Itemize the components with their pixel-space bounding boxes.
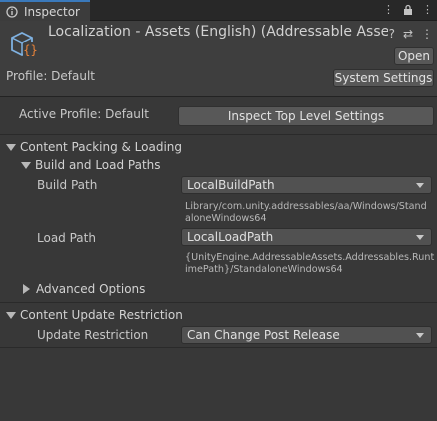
- chevron-down-icon: [416, 183, 424, 188]
- build-load-paths-label: Build and Load Paths: [35, 158, 161, 172]
- content-packing-foldout[interactable]: Content Packing & Loading: [6, 140, 182, 154]
- inspect-top-level-settings-button[interactable]: Inspect Top Level Settings: [178, 106, 434, 126]
- profile-label: Profile: Default: [6, 69, 96, 83]
- foldout-collapsed-icon: [23, 284, 30, 294]
- load-path-resolved-line: imePath}/StandaloneWindows64: [185, 264, 343, 275]
- chevron-down-icon: [416, 235, 424, 240]
- foldout-expanded-icon: [21, 161, 31, 169]
- build-path-resolved-line: Library/com.unity.addressables/aa/Window…: [185, 201, 427, 212]
- chevron-down-icon: [416, 333, 424, 338]
- foldout-expanded-icon: [6, 311, 16, 319]
- content-update-label: Content Update Restriction: [20, 308, 183, 322]
- more-vert-icon[interactable]: ⋮: [383, 3, 394, 16]
- asset-title: Localization - Assets (English) (Address…: [48, 24, 388, 40]
- header-icons: ? ⇄ ⋮: [389, 27, 433, 41]
- content-packing-label: Content Packing & Loading: [20, 140, 183, 154]
- build-path-resolved: Library/com.unity.addressables/aa/Window…: [185, 201, 435, 225]
- tab-icons: ⋮ ⋮: [383, 3, 433, 16]
- update-restriction-dropdown[interactable]: Can Change Post Release: [181, 326, 432, 344]
- addressable-group-icon: {}: [11, 31, 38, 57]
- divider: [0, 302, 437, 303]
- tab-inspector[interactable]: Inspector: [0, 0, 90, 21]
- divider: [0, 134, 437, 135]
- build-load-paths-foldout[interactable]: Build and Load Paths: [21, 158, 161, 172]
- update-restriction-label: Update Restriction: [37, 328, 149, 342]
- load-path-dropdown[interactable]: LocalLoadPath: [181, 228, 432, 246]
- menu-icon[interactable]: ⋮: [422, 3, 433, 16]
- build-path-resolved-line: aloneWindows64: [185, 213, 267, 224]
- load-path-resolved-line: {UnityEngine.AddressableAssets.Addressab…: [185, 252, 435, 263]
- advanced-options-label: Advanced Options: [36, 282, 146, 296]
- load-path-value: LocalLoadPath: [187, 230, 274, 244]
- build-path-dropdown[interactable]: LocalBuildPath: [181, 176, 432, 194]
- load-path-label: Load Path: [37, 231, 96, 245]
- build-path-value: LocalBuildPath: [187, 178, 275, 192]
- content-update-foldout[interactable]: Content Update Restriction: [6, 308, 183, 322]
- info-icon: [6, 5, 18, 18]
- help-icon[interactable]: ?: [389, 27, 395, 41]
- context-menu-icon[interactable]: ⋮: [421, 27, 433, 41]
- build-path-label: Build Path: [37, 178, 98, 192]
- divider: [0, 347, 437, 348]
- foldout-expanded-icon: [6, 143, 16, 151]
- update-restriction-value: Can Change Post Release: [187, 328, 340, 342]
- open-button[interactable]: Open: [394, 47, 434, 65]
- system-settings-button[interactable]: System Settings: [333, 69, 434, 87]
- lock-icon[interactable]: [403, 4, 413, 16]
- svg-text:{}: {}: [23, 43, 37, 57]
- active-profile-label: Active Profile: Default: [19, 107, 149, 121]
- preset-icon[interactable]: ⇄: [403, 27, 413, 41]
- load-path-resolved: {UnityEngine.AddressableAssets.Addressab…: [185, 252, 435, 276]
- tab-title: Inspector: [24, 4, 80, 19]
- advanced-options-foldout[interactable]: Advanced Options: [23, 282, 145, 296]
